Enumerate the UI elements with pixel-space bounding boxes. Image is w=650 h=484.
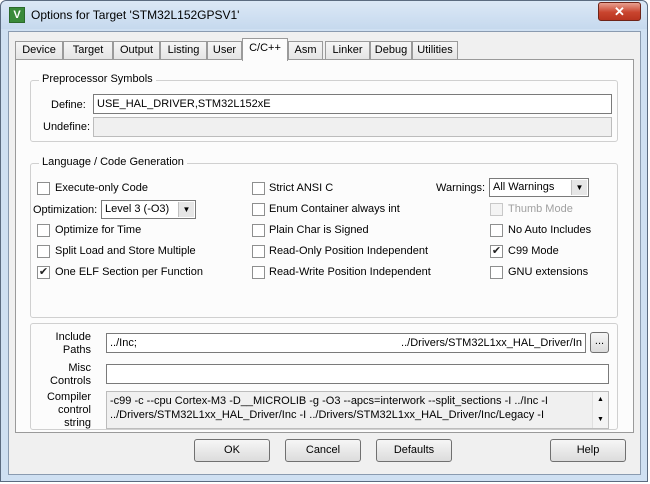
ro-pi-label: Read-Only Position Independent [269,245,428,257]
c99-mode-checkbox[interactable]: ✔ [490,245,503,258]
optimization-select[interactable]: Level 3 (-O3) ▼ [101,200,196,219]
tab-user[interactable]: User [207,41,242,60]
defaults-button[interactable]: Defaults [376,439,452,462]
tab-utilities[interactable]: Utilities [412,41,458,60]
compiler-label-line2: control [57,404,91,416]
title-bar[interactable]: V Options for Target 'STM32L152GPSV1' ✕ [1,1,647,29]
one-elf-label: One ELF Section per Function [55,266,203,278]
compiler-string-line1: -c99 -c --cpu Cortex-M3 -D__MICROLIB -g … [110,395,548,407]
ro-pi-checkbox[interactable] [252,245,265,258]
preprocessor-group-title: Preprocessor Symbols [39,73,156,85]
scroll-down-icon[interactable]: ▼ [593,413,608,427]
preprocessor-group: Preprocessor Symbols Define: USE_HAL_DRI… [30,73,618,142]
tab-target[interactable]: Target [63,41,113,60]
include-paths-input[interactable]: ../Inc; ../Drivers/STM32L1xx_HAL_Driver/… [106,333,586,353]
tab-c-cpp[interactable]: C/C++ [242,38,288,61]
language-group-title: Language / Code Generation [39,156,187,168]
enum-container-checkbox[interactable] [252,203,265,216]
split-load-label: Split Load and Store Multiple [55,245,196,257]
tab-asm[interactable]: Asm [288,41,323,60]
strict-ansi-checkbox[interactable] [252,182,265,195]
close-button[interactable]: ✕ [598,2,641,21]
help-button[interactable]: Help [550,439,626,462]
tab-debug[interactable]: Debug [370,41,412,60]
warnings-value: All Warnings [493,181,555,193]
include-label-line1: Include [55,331,91,343]
define-label: Define: [51,99,86,111]
gnu-extensions-checkbox[interactable] [490,266,503,279]
no-auto-includes-label: No Auto Includes [508,224,592,236]
c99-mode-label: C99 Mode [508,245,559,257]
plain-char-checkbox[interactable] [252,224,265,237]
gnu-extensions-label: GNU extensions [508,266,589,278]
undefine-label: Undefine: [43,121,91,133]
tab-listing[interactable]: Listing [160,41,207,60]
no-auto-includes-checkbox[interactable] [490,224,503,237]
include-label-line2: Paths [62,344,91,356]
dialog-client: Device Target Output Listing User C/C++ … [8,31,641,475]
enum-container-label: Enum Container always int [269,203,400,215]
window-title: Options for Target 'STM32L152GPSV1' [31,8,240,22]
execute-only-label: Execute-only Code [55,182,148,194]
compiler-control-string[interactable]: -c99 -c --cpu Cortex-M3 -D__MICROLIB -g … [106,391,609,429]
compiler-label-line1: Compiler [46,391,91,403]
chevron-down-icon[interactable]: ▼ [178,202,194,217]
execute-only-checkbox[interactable] [37,182,50,195]
rw-pi-checkbox[interactable] [252,266,265,279]
undefine-input[interactable] [93,117,612,137]
misc-label-line2: Controls [50,375,91,387]
thumb-mode-checkbox[interactable] [490,203,503,216]
c-cpp-panel: Preprocessor Symbols Define: USE_HAL_DRI… [15,59,634,433]
include-paths-label: Include Paths [47,331,91,357]
optimization-value: Level 3 (-O3) [105,203,170,215]
optimize-time-label: Optimize for Time [55,224,142,236]
compiler-settings-group: Include Paths ../Inc; ../Drivers/STM32L1… [30,323,618,430]
tab-output[interactable]: Output [113,41,160,60]
compiler-label-line3: string [64,417,91,429]
strict-ansi-label: Strict ANSI C [269,182,334,194]
warnings-label: Warnings: [436,182,486,194]
cancel-button[interactable]: Cancel [285,439,361,462]
compiler-control-label: Compiler control string [41,391,91,430]
tab-device[interactable]: Device [15,41,63,60]
include-paths-browse-button[interactable]: ... [590,332,609,353]
compiler-string-line2: ../Drivers/STM32L1xx_HAL_Driver/Inc -I .… [110,409,545,421]
define-input[interactable]: USE_HAL_DRIVER,STM32L152xE [93,94,612,114]
language-group: Language / Code Generation Execute-only … [30,156,618,318]
compiler-string-scrollbar[interactable]: ▲ ▼ [592,392,608,428]
misc-controls-label: Misc Controls [47,362,91,388]
ok-button[interactable]: OK [194,439,270,462]
tab-linker[interactable]: Linker [325,41,370,60]
include-paths-value-right: ../Drivers/STM32L1xx_HAL_Driver/In [401,337,582,349]
split-load-checkbox[interactable] [37,245,50,258]
plain-char-label: Plain Char is Signed [269,224,369,236]
one-elf-checkbox[interactable]: ✔ [37,266,50,279]
misc-label-line1: Misc [68,362,91,374]
optimization-label: Optimization: [33,204,98,216]
options-dialog: V Options for Target 'STM32L152GPSV1' ✕ … [0,0,648,482]
optimize-time-checkbox[interactable] [37,224,50,237]
scroll-up-icon[interactable]: ▲ [593,393,608,407]
warnings-select[interactable]: All Warnings ▼ [489,178,589,197]
chevron-down-icon[interactable]: ▼ [571,180,587,195]
thumb-mode-label: Thumb Mode [508,203,573,215]
include-paths-value-left: ../Inc; [110,337,137,349]
misc-controls-input[interactable] [106,364,609,384]
keil-app-icon: V [9,7,25,23]
rw-pi-label: Read-Write Position Independent [269,266,431,278]
